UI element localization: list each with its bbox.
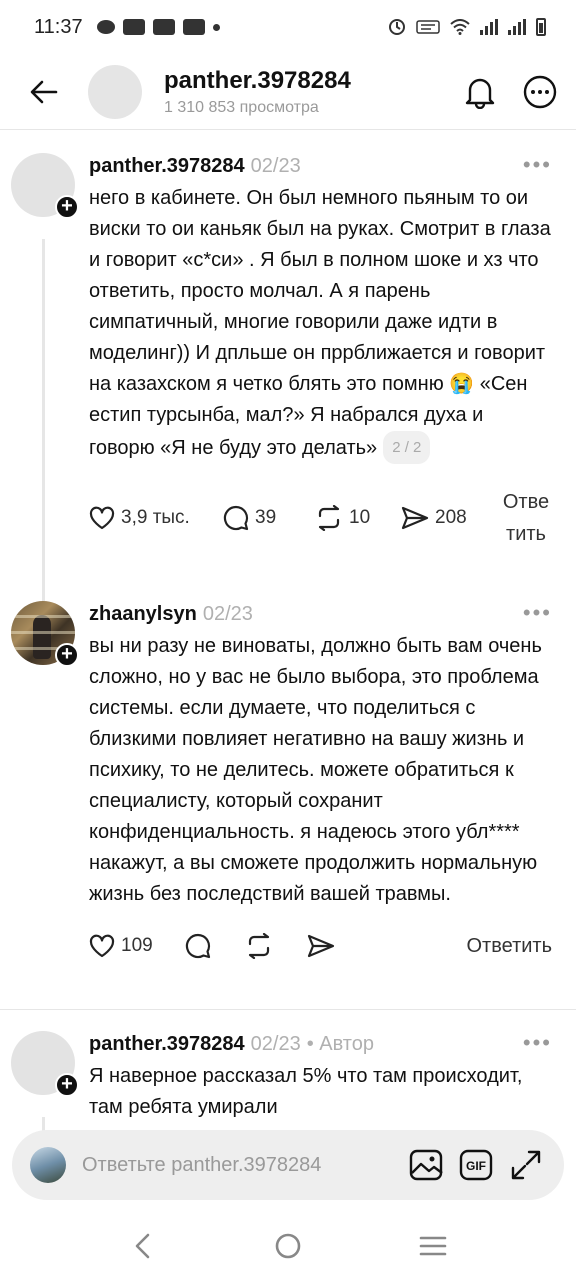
chat-notification-icon [96,20,115,34]
attach-image-button[interactable] [404,1143,448,1187]
menu-icon [420,1236,447,1256]
status-bar: 11:37 [0,0,576,54]
comment-item: + panther.3978284 02/23 ••• него в кабин… [0,151,576,606]
follow-plus-icon[interactable]: + [55,643,79,667]
author-badge: • Автор [306,1033,374,1055]
repost-icon [248,933,270,959]
follow-plus-icon[interactable]: + [55,1073,79,1097]
status-time: 11:37 [34,15,83,38]
nav-back-button[interactable] [113,1216,173,1276]
view-count: 1 310 853 просмотра [164,98,319,116]
reply-button[interactable]: Ответить [467,930,553,962]
like-count: 3,9 тыс. [121,507,190,528]
repost-icon [318,505,340,531]
bell-icon [465,78,495,109]
home-circle-icon [275,1233,301,1259]
comment-actions: 109 Ответить [89,916,552,976]
send-icon [307,934,335,958]
comment-item: + zhaanylsyn 02/23 ••• вы ни разу не вин… [0,599,576,1009]
comment-header: panther.3978284 02/23 • Автор ••• [89,1029,552,1059]
share-button[interactable]: 208 [401,506,481,530]
comment-text: Я наверное рассказал 5% что там происход… [89,1065,523,1118]
repost-button[interactable]: 10 [315,505,395,531]
expand-composer-button[interactable] [504,1143,548,1187]
reply-composer: GIF [12,1130,564,1200]
nav-home-button[interactable] [258,1216,318,1276]
heart-icon [89,506,115,530]
comment-text: него в кабинете. Он был немного пьяным т… [89,183,552,464]
comment-header: zhaanylsyn 02/23 ••• [89,599,552,629]
comment-date: 02/23 [202,603,253,625]
reply-button[interactable]: Ответить [500,486,552,550]
app-notification-icon [152,19,175,35]
comment-date: 02/23 [250,155,301,177]
image-icon [409,1149,443,1181]
comment-more-icon[interactable]: ••• [523,1032,552,1054]
divider [0,1009,576,1010]
volte-icon [416,20,440,34]
svg-text:GIF: GIF [466,1159,486,1173]
battery-icon [536,18,546,36]
thread-header: panther.3978284 1 310 853 просмотра [0,54,576,130]
comment-button[interactable]: 39 [223,505,315,531]
wifi-icon [450,19,470,35]
like-button[interactable]: 3,9 тыс. [89,506,209,530]
gif-icon: GIF [459,1149,493,1181]
more-notifications-icon [212,23,220,31]
comment-actions: 3,9 тыс. 39 10 208 Ответить [89,486,552,550]
comment-more-icon[interactable]: ••• [523,154,552,176]
signal-icon [480,19,498,35]
like-count: 109 [121,935,153,956]
page-indicator: 2 / 2 [383,431,431,464]
gif-button[interactable]: GIF [454,1143,498,1187]
sync-icon [389,19,405,35]
app-notification-icon [182,19,205,35]
comment-author[interactable]: panther.3978284 [89,1033,245,1056]
comment-body: него в кабинете. Он был немного пьяным т… [89,187,551,459]
reply-input[interactable] [82,1153,398,1177]
heart-icon [89,934,115,958]
avatar [30,1147,66,1183]
chevron-left-icon [135,1233,149,1259]
share-count: 208 [435,507,467,528]
comment-author[interactable]: panther.3978284 [89,155,245,178]
more-horizontal-icon [523,75,557,108]
comment-author[interactable]: zhaanylsyn [89,603,197,626]
back-button[interactable] [0,54,88,130]
comment-date: 02/23 [250,1033,301,1055]
signal-icon [508,19,526,35]
comment-text: вы ни разу не виноваты, должно быть вам … [89,635,542,905]
speech-bubble-icon [223,505,249,531]
nav-recents-button[interactable] [403,1216,463,1276]
repost-count: 10 [349,507,371,528]
notifications-button[interactable] [456,68,504,116]
comment-button[interactable] [185,933,245,959]
send-icon [401,506,429,530]
share-button[interactable] [307,934,367,958]
notification-icons [96,19,220,35]
reply-count: 39 [255,507,277,528]
comment-more-icon[interactable]: ••• [523,602,552,624]
page-title[interactable]: panther.3978284 [164,67,456,95]
comment-header: panther.3978284 02/23 ••• [89,151,552,181]
speech-bubble-icon [185,933,211,959]
app-notification-icon [122,19,145,35]
like-button[interactable]: 109 [89,934,185,958]
system-nav-bar [0,1212,576,1280]
system-icons [388,18,546,36]
more-options-button[interactable] [516,68,564,116]
avatar[interactable] [88,64,142,119]
thread-line [42,239,45,604]
arrow-left-icon [30,80,58,103]
repost-button[interactable] [245,933,307,959]
expand-icon [511,1150,541,1180]
follow-plus-icon[interactable]: + [55,195,79,219]
header-text: panther.3978284 1 310 853 просмотра [164,67,456,117]
